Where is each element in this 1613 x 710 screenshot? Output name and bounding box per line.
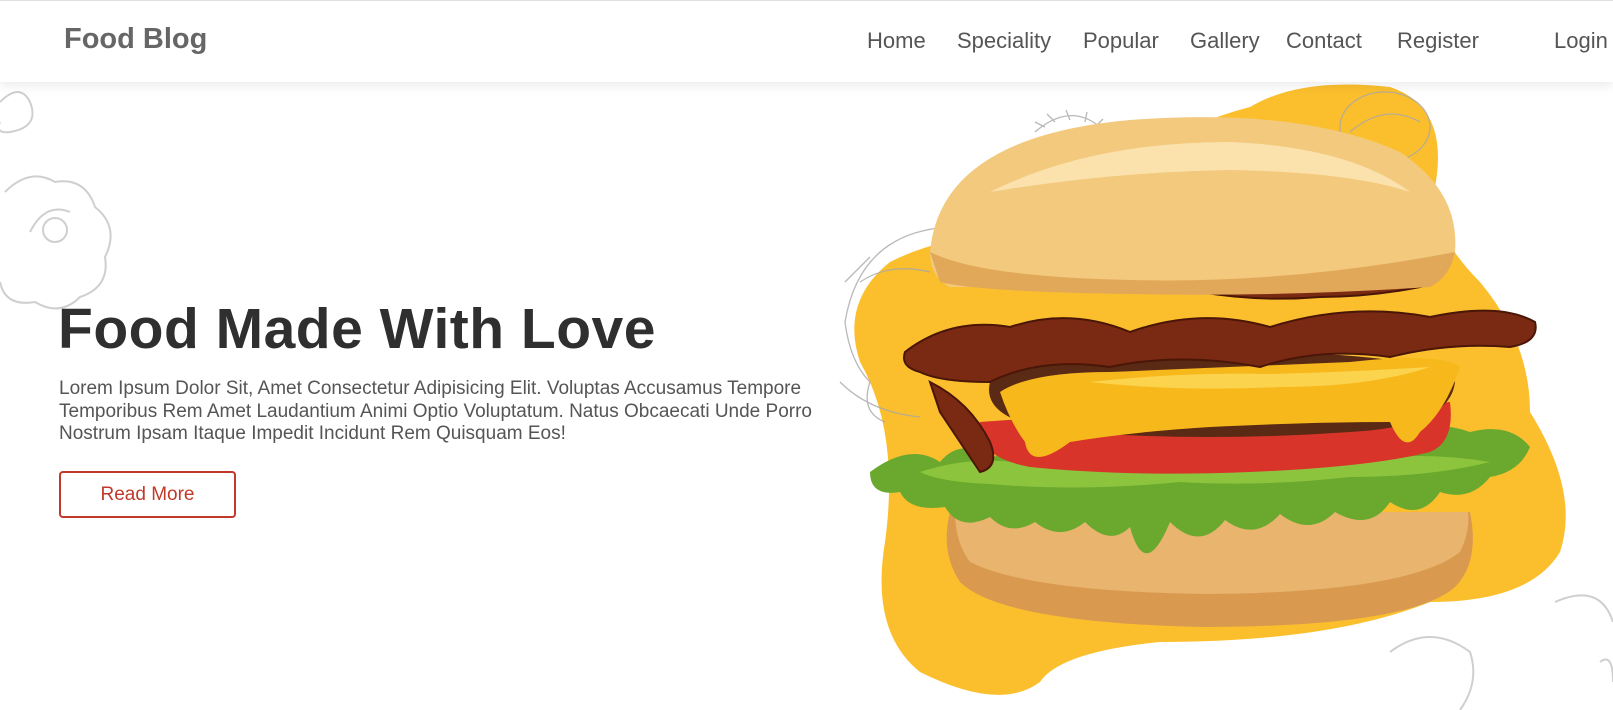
hero-section: Food Made With Love Lorem Ipsum Dolor Si… bbox=[0, 82, 1613, 710]
burger-image bbox=[839, 84, 1566, 695]
nav-link-speciality[interactable]: Speciality bbox=[957, 28, 1051, 54]
brand-logo-link[interactable]: Food Blog bbox=[64, 23, 207, 56]
hero-description: Lorem Ipsum Dolor Sit, Amet Consectetur … bbox=[59, 378, 812, 444]
nav-link-login[interactable]: Login bbox=[1554, 28, 1608, 54]
nav-link-gallery[interactable]: Gallery bbox=[1190, 28, 1260, 54]
nav-link-home[interactable]: Home bbox=[867, 28, 926, 54]
read-more-button[interactable]: Read More bbox=[59, 471, 236, 518]
site-header: Food Blog Home Speciality Popular Galler… bbox=[0, 0, 1613, 82]
nav-link-contact[interactable]: Contact bbox=[1286, 28, 1362, 54]
nav-link-register[interactable]: Register bbox=[1397, 28, 1479, 54]
hero-title: Food Made With Love bbox=[58, 297, 656, 361]
nav-link-popular[interactable]: Popular bbox=[1083, 28, 1159, 54]
doodle-left-top bbox=[0, 91, 34, 134]
